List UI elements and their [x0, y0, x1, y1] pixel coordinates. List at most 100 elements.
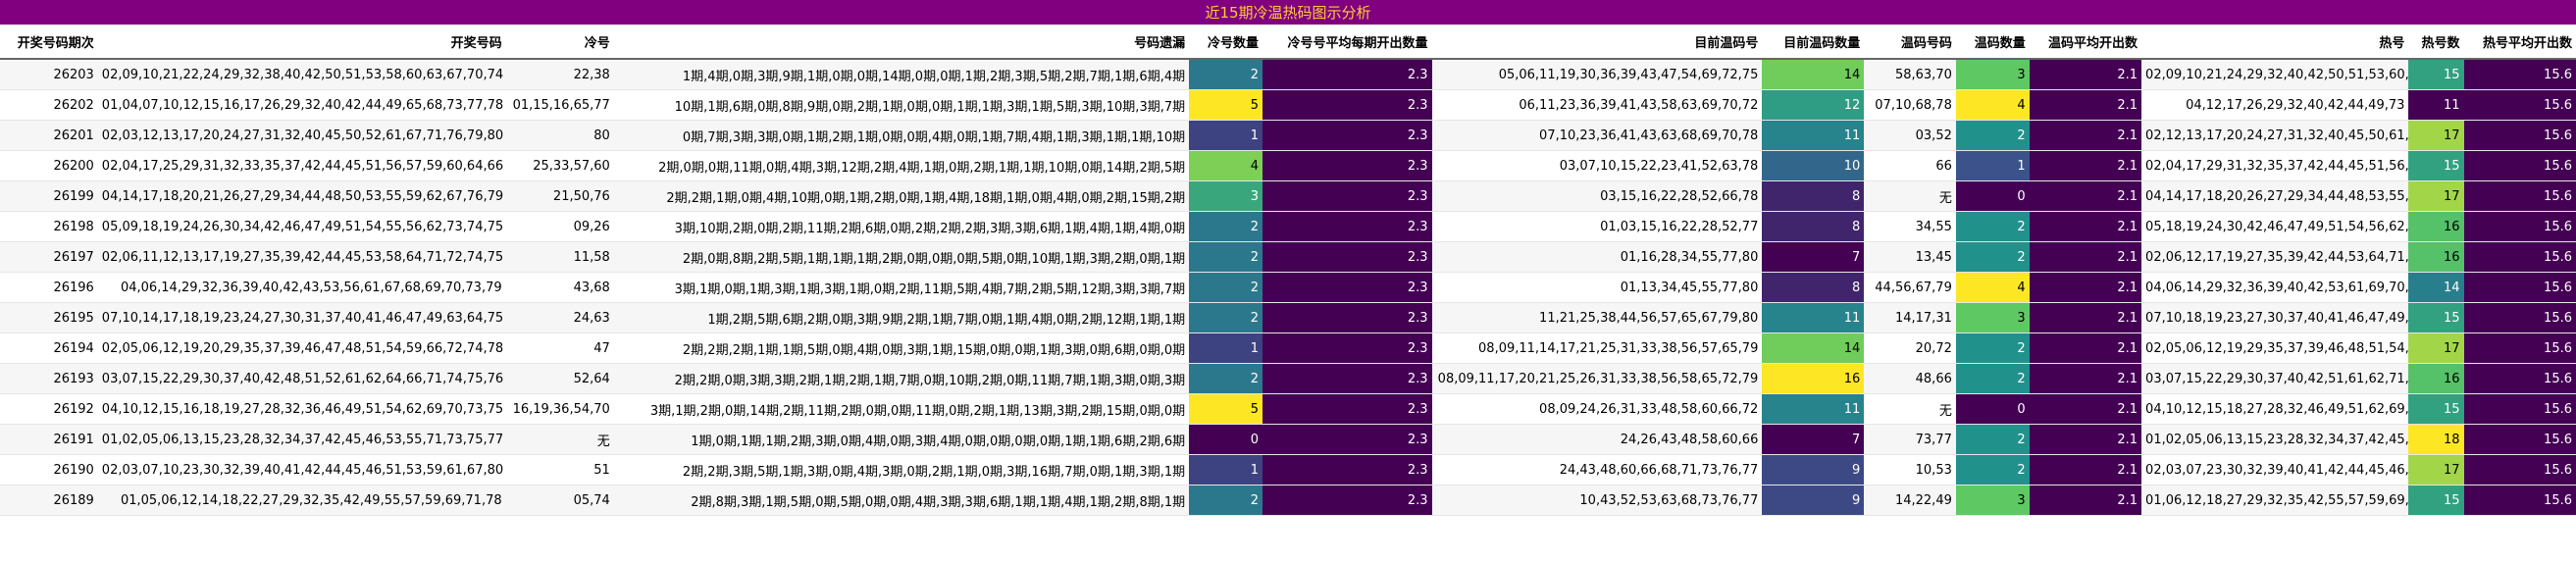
cell-issue: 26194 — [0, 332, 98, 364]
cell-warm-now-count: 10 — [1762, 150, 1865, 181]
header-miss: 号码遗漏 — [613, 25, 1190, 60]
header-hot-count: 热号数 — [2408, 25, 2464, 60]
table-row: 26193 03,07,15,22,29,30,37,40,42,48,51,52… — [0, 363, 2576, 394]
table-row: 26202 01,04,07,10,12,15,16,17,26,29,32,40… — [0, 89, 2576, 121]
cell-cold: 22,38 — [505, 59, 614, 90]
cell-warm-now-count: 8 — [1762, 211, 1865, 242]
cell-cold: 80 — [505, 120, 614, 151]
cell-warm-avg: 2.1 — [2029, 302, 2142, 333]
cell-hot-count: 17 — [2408, 180, 2464, 212]
cell-hot: 02,06,12,17,19,27,35,39,42,44,53,64,71,7… — [2141, 241, 2409, 273]
cell-issue: 26190 — [0, 454, 98, 485]
cell-cold-avg: 2.3 — [1262, 424, 1432, 455]
cell-hot-avg: 15.6 — [2463, 332, 2576, 364]
cell-warm-now-count: 11 — [1762, 393, 1865, 425]
cell-hot-avg: 15.6 — [2463, 241, 2576, 273]
cell-numbers: 01,02,05,06,13,15,23,28,32,34,37,42,45,4… — [97, 424, 506, 455]
cell-warm-avg: 2.1 — [2029, 454, 2142, 485]
cell-warm-now-count: 8 — [1762, 180, 1865, 212]
cell-warm-avg: 2.1 — [2029, 424, 2142, 455]
cell-warm-now: 03,15,16,22,28,52,66,78 — [1431, 180, 1763, 212]
cell-issue: 26192 — [0, 393, 98, 425]
cell-hot: 04,14,17,18,20,26,27,29,34,44,48,53,55,5… — [2141, 180, 2409, 212]
cell-warm-nums: 58,63,70 — [1864, 59, 1956, 90]
cell-miss: 2期,0期,8期,2期,5期,1期,1期,1期,2期,0期,0期,0期,5期,0… — [613, 241, 1190, 273]
cell-numbers: 01,04,07,10,12,15,16,17,26,29,32,40,42,4… — [97, 89, 506, 121]
cell-hot: 01,06,12,18,27,29,32,35,42,55,57,59,69,7… — [2141, 485, 2409, 516]
table-row: 26200 02,04,17,25,29,31,32,33,35,37,42,44… — [0, 150, 2576, 181]
cell-hot-count: 15 — [2408, 485, 2464, 516]
cell-hot: 04,12,17,26,29,32,40,42,44,49,73 — [2141, 89, 2409, 121]
cell-warm-nums: 20,72 — [1864, 332, 1956, 364]
cell-warm-avg: 2.1 — [2029, 393, 2142, 425]
cell-warm-avg: 2.1 — [2029, 89, 2142, 121]
table-row: 26189 01,05,06,12,14,18,22,27,29,32,35,42… — [0, 485, 2576, 516]
cell-cold-count: 1 — [1189, 332, 1262, 364]
cell-hot: 05,18,19,24,30,42,46,47,49,51,54,56,62,7… — [2141, 211, 2409, 242]
cell-warm-now-count: 7 — [1762, 424, 1865, 455]
cell-cold: 24,63 — [505, 302, 614, 333]
analysis-table: 开奖号码期次 开奖号码 冷号 号码遗漏 冷号数量 冷号号平均每期开出数量 目前温… — [0, 25, 2576, 516]
cell-hot: 04,10,12,15,18,27,28,32,46,49,51,62,69,7… — [2141, 393, 2409, 425]
cell-cold-avg: 2.3 — [1262, 454, 1432, 485]
cell-warm-avg: 2.1 — [2029, 180, 2142, 212]
cell-warm-now-count: 9 — [1762, 454, 1865, 485]
cell-hot: 07,10,18,19,23,27,30,37,40,41,46,47,49,6… — [2141, 302, 2409, 333]
cell-hot: 01,02,05,06,13,15,23,28,32,34,37,42,45,4… — [2141, 424, 2409, 455]
cell-cold-avg: 2.3 — [1262, 120, 1432, 151]
cell-hot-count: 11 — [2408, 89, 2464, 121]
cell-warm-now: 03,07,10,15,22,23,41,52,63,78 — [1431, 150, 1763, 181]
cell-warm-now-count: 14 — [1762, 59, 1865, 90]
cell-warm-now: 01,16,28,34,55,77,80 — [1431, 241, 1763, 273]
cell-issue: 26200 — [0, 150, 98, 181]
cell-cold-avg: 2.3 — [1262, 485, 1432, 516]
cell-warm-now: 10,43,52,53,63,68,73,76,77 — [1431, 485, 1763, 516]
cell-warm-now: 07,10,23,36,41,43,63,68,69,70,78 — [1431, 120, 1763, 151]
cell-numbers: 02,09,10,21,22,24,29,32,38,40,42,50,51,5… — [97, 59, 506, 90]
cell-miss: 10期,1期,6期,0期,8期,9期,0期,2期,1期,0期,0期,1期,1期,… — [613, 89, 1190, 121]
header-row: 开奖号码期次 开奖号码 冷号 号码遗漏 冷号数量 冷号号平均每期开出数量 目前温… — [0, 25, 2576, 60]
cell-hot-count: 16 — [2408, 211, 2464, 242]
cell-issue: 26198 — [0, 211, 98, 242]
table-row: 26203 02,09,10,21,22,24,29,32,38,40,42,50… — [0, 59, 2576, 90]
cell-hot-avg: 15.6 — [2463, 211, 2576, 242]
cell-warm-nums: 10,53 — [1864, 454, 1956, 485]
cell-warm-now: 08,09,24,26,31,33,48,58,60,66,72 — [1431, 393, 1763, 425]
cell-warm-avg: 2.1 — [2029, 363, 2142, 394]
cell-cold-count: 3 — [1189, 180, 1262, 212]
cell-cold-count: 2 — [1189, 302, 1262, 333]
header-hot: 热号 — [2141, 25, 2409, 60]
cell-issue: 26201 — [0, 120, 98, 151]
cell-hot: 04,06,14,29,32,36,39,40,42,53,61,69,70,7… — [2141, 272, 2409, 303]
cell-miss: 3期,1期,0期,1期,3期,1期,3期,1期,0期,2期,11期,5期,4期,… — [613, 272, 1190, 303]
cell-hot-avg: 15.6 — [2463, 454, 2576, 485]
cell-warm-avg: 2.1 — [2029, 241, 2142, 273]
cell-warm-now: 01,03,15,16,22,28,52,77 — [1431, 211, 1763, 242]
cell-warm-count: 2 — [1955, 120, 2030, 151]
cell-cold-count: 2 — [1189, 363, 1262, 394]
cell-warm-now: 06,11,23,36,39,41,43,58,63,69,70,72 — [1431, 89, 1763, 121]
cell-miss: 3期,10期,2期,0期,2期,11期,2期,6期,0期,2期,2期,2期,3期… — [613, 211, 1190, 242]
cell-numbers: 02,05,06,12,19,20,29,35,37,39,46,47,48,5… — [97, 332, 506, 364]
cell-cold-count: 2 — [1189, 241, 1262, 273]
cell-hot-avg: 15.6 — [2463, 120, 2576, 151]
cell-warm-nums: 无 — [1864, 180, 1956, 212]
cell-warm-nums: 48,66 — [1864, 363, 1956, 394]
cell-warm-now: 11,21,25,38,44,56,57,65,67,79,80 — [1431, 302, 1763, 333]
cell-cold-count: 2 — [1189, 211, 1262, 242]
cell-warm-nums: 14,17,31 — [1864, 302, 1956, 333]
cell-cold: 43,68 — [505, 272, 614, 303]
header-cold: 冷号 — [505, 25, 614, 60]
cell-warm-avg: 2.1 — [2029, 485, 2142, 516]
cell-hot-count: 15 — [2408, 150, 2464, 181]
header-cold-count: 冷号数量 — [1189, 25, 1262, 60]
cell-cold: 01,15,16,65,77 — [505, 89, 614, 121]
cell-warm-now-count: 9 — [1762, 485, 1865, 516]
cell-warm-nums: 73,77 — [1864, 424, 1956, 455]
cell-warm-nums: 13,45 — [1864, 241, 1956, 273]
cell-cold-count: 2 — [1189, 59, 1262, 90]
cell-numbers: 02,03,12,13,17,20,24,27,31,32,40,45,50,5… — [97, 120, 506, 151]
cell-cold-avg: 2.3 — [1262, 302, 1432, 333]
cell-cold-avg: 2.3 — [1262, 332, 1432, 364]
cell-hot: 02,04,17,29,31,32,35,37,42,44,45,51,56,5… — [2141, 150, 2409, 181]
